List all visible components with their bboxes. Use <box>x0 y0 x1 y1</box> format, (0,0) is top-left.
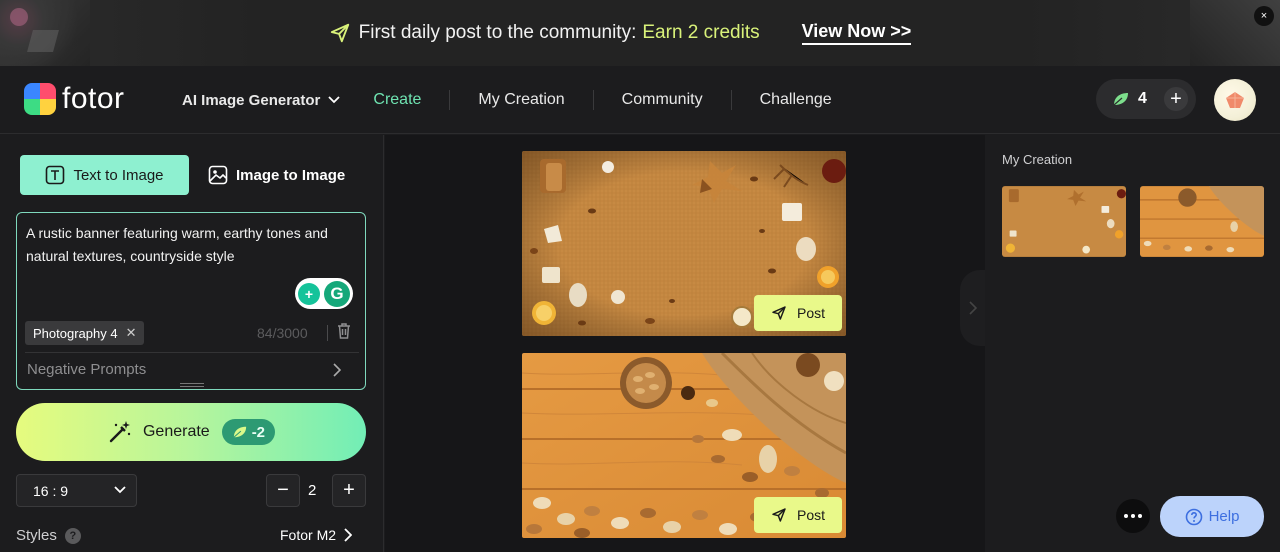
generate-cost-badge: -2 <box>221 419 276 445</box>
magic-wand-icon <box>109 421 131 443</box>
style-selector[interactable]: Fotor M2 <box>280 527 353 543</box>
credits-count: 4 <box>1138 90 1147 107</box>
fotor-logo-icon <box>24 83 56 115</box>
chevron-down-icon <box>114 486 126 494</box>
aspect-ratio-select[interactable]: 16 : 9 <box>16 474 137 507</box>
grammarly-icon: G <box>324 280 350 307</box>
nav-divider <box>449 90 451 110</box>
main-nav: AI Image Generator Create My Creation Co… <box>182 66 832 134</box>
credits-balance[interactable]: 4 + <box>1096 79 1196 119</box>
nav-divider <box>592 90 594 110</box>
post-button[interactable]: Post <box>754 497 842 533</box>
generate-label: Generate <box>142 423 210 440</box>
promo-message: First daily post to the community: Earn … <box>329 22 760 44</box>
view-now-link[interactable]: View Now >> <box>801 21 912 45</box>
tab-label: Text to Image <box>73 166 164 184</box>
top-navigation: fotor AI Image Generator Create My Creat… <box>0 66 1280 134</box>
my-creation-title: My Creation <box>1002 152 1073 167</box>
plus-icon: + <box>1170 88 1182 110</box>
add-credits-button[interactable]: + <box>1164 87 1188 111</box>
ai-image-generator-dropdown[interactable]: AI Image Generator <box>182 91 341 109</box>
aspect-ratio-value: 16 : 9 <box>33 482 69 499</box>
chevron-right-icon[interactable] <box>333 363 341 377</box>
my-creation-panel: My Creation Help <box>985 135 1280 552</box>
send-icon <box>772 508 786 522</box>
prompt-text[interactable]: A rustic banner featuring warm, earthy t… <box>26 222 346 268</box>
resize-grip-icon[interactable] <box>180 383 204 387</box>
leaf-icon <box>233 426 246 438</box>
post-button[interactable]: Post <box>754 295 842 331</box>
post-label: Post <box>796 305 825 321</box>
trash-icon[interactable] <box>335 322 353 340</box>
model-tag: Photography 4 ✕ <box>25 321 145 345</box>
nav-my-creation[interactable]: My Creation <box>478 91 564 109</box>
decrease-quantity-button[interactable]: − <box>266 474 300 507</box>
promo-banner: First daily post to the community: Earn … <box>0 0 1280 66</box>
model-tag-label: Photography 4 <box>33 325 118 341</box>
leaf-icon <box>1113 93 1128 106</box>
tab-label: Image to Image <box>236 166 346 184</box>
character-counter: 84/3000 <box>257 325 308 341</box>
help-label: Help <box>1208 508 1240 525</box>
image-icon <box>208 165 228 185</box>
generated-image-1[interactable]: Post <box>522 151 846 336</box>
increase-quantity-button[interactable]: + <box>332 474 366 507</box>
results-canvas: Post Post <box>385 135 985 552</box>
send-icon <box>772 306 786 320</box>
help-icon[interactable]: ? <box>64 527 81 544</box>
post-label: Post <box>796 507 825 523</box>
prompt-textarea[interactable]: A rustic banner featuring warm, earthy t… <box>16 212 366 390</box>
dropdown-label: AI Image Generator <box>182 91 321 109</box>
nav-divider <box>730 90 732 110</box>
quantity-value: 2 <box>308 482 317 499</box>
styles-label: Styles ? <box>16 527 81 544</box>
help-button[interactable]: Help <box>1160 496 1264 537</box>
styles-label-text: Styles <box>16 527 57 544</box>
generate-cost-value: -2 <box>251 423 266 441</box>
collapse-panel-handle[interactable] <box>960 270 986 346</box>
promo-accent: Earn 2 credits <box>642 22 760 43</box>
generator-panel: Text to Image Image to Image A rustic ba… <box>0 135 384 552</box>
text-icon <box>46 165 65 185</box>
question-circle-icon <box>1185 508 1202 525</box>
chevron-down-icon <box>328 96 341 104</box>
thumbnail-image <box>1140 186 1264 257</box>
promo-text: First daily post to the community: <box>358 22 637 43</box>
generate-button[interactable]: Generate -2 <box>16 403 366 461</box>
minus-icon: − <box>277 479 289 501</box>
close-icon: × <box>1260 10 1268 22</box>
creation-thumbnail-1[interactable] <box>1002 186 1126 257</box>
send-icon <box>330 23 349 43</box>
counter-divider <box>327 325 328 341</box>
plus-icon: + <box>343 479 355 501</box>
tab-text-to-image[interactable]: Text to Image <box>20 155 189 195</box>
creation-thumbnail-2[interactable] <box>1140 186 1264 257</box>
nav-challenge[interactable]: Challenge <box>760 91 832 109</box>
fotor-logo[interactable]: fotor <box>24 82 125 116</box>
close-promo-button[interactable]: × <box>1254 6 1274 26</box>
style-value: Fotor M2 <box>280 527 337 543</box>
thumbnail-image <box>1002 186 1126 257</box>
grammarly-widget[interactable]: + G <box>295 278 353 309</box>
chevron-right-icon <box>344 528 353 542</box>
generated-image-2[interactable]: Post <box>522 353 846 538</box>
chevron-right-icon <box>969 301 977 315</box>
nav-community[interactable]: Community <box>622 91 703 109</box>
grammarly-bulb-icon: + <box>298 282 320 305</box>
remove-tag-icon[interactable]: ✕ <box>126 325 137 341</box>
more-options-button[interactable] <box>1116 499 1150 533</box>
more-dots-icon <box>1124 514 1142 518</box>
promo-decoration-left <box>0 0 90 66</box>
tab-image-to-image[interactable]: Image to Image <box>208 155 345 195</box>
negative-prompts-toggle[interactable]: Negative Prompts <box>27 361 146 378</box>
brand-name: fotor <box>62 82 125 115</box>
user-avatar[interactable] <box>1214 79 1256 121</box>
nav-create[interactable]: Create <box>373 91 421 109</box>
avatar-gem-icon <box>1226 92 1244 108</box>
divider <box>25 352 359 353</box>
